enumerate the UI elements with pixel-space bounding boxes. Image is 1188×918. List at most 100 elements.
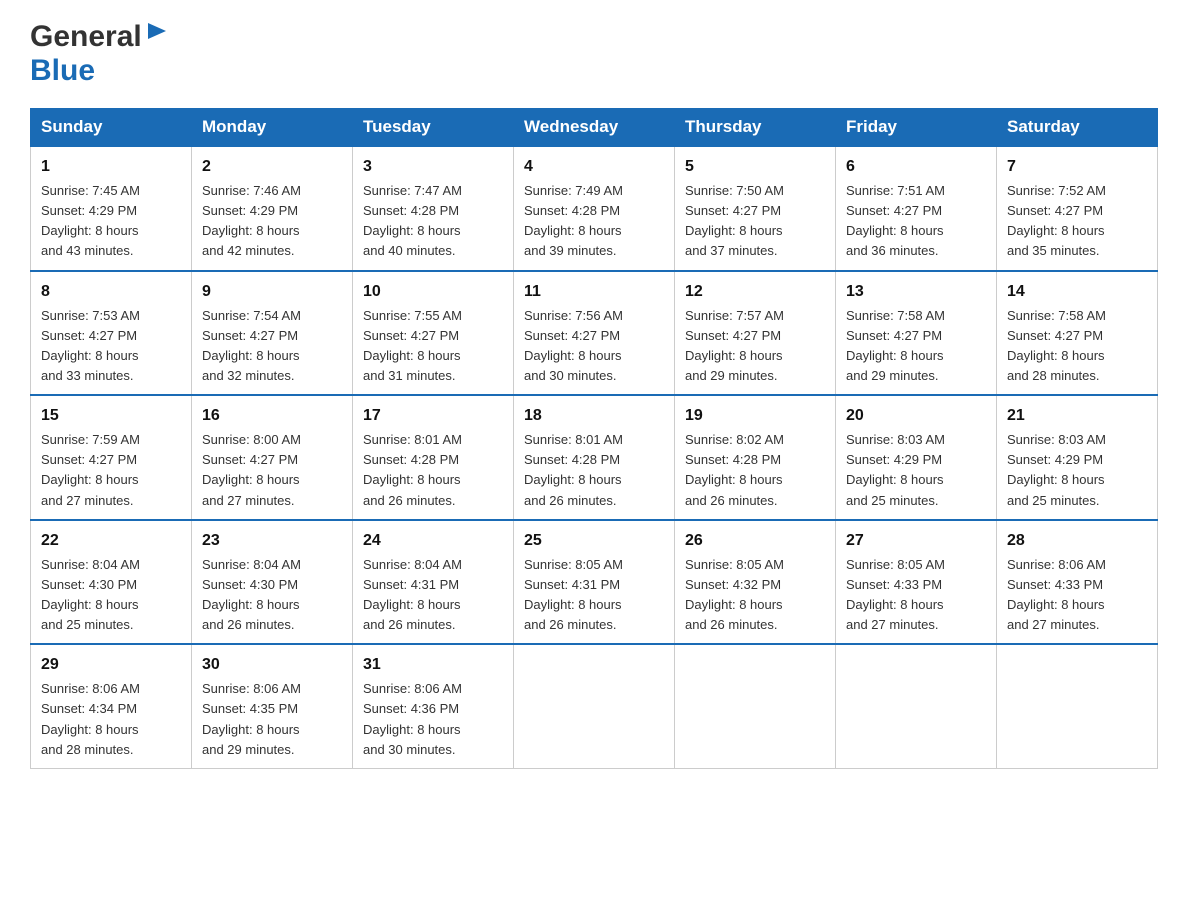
day-number: 21 [1007,404,1147,428]
day-cell: 3 Sunrise: 7:47 AMSunset: 4:28 PMDayligh… [353,146,514,271]
day-info: Sunrise: 7:45 AMSunset: 4:29 PMDaylight:… [41,183,140,258]
day-cell: 23 Sunrise: 8:04 AMSunset: 4:30 PMDaylig… [192,520,353,645]
day-number: 5 [685,155,825,179]
day-number: 28 [1007,529,1147,553]
day-info: Sunrise: 7:51 AMSunset: 4:27 PMDaylight:… [846,183,945,258]
day-cell [675,644,836,768]
day-number: 29 [41,653,181,677]
col-header-thursday: Thursday [675,109,836,147]
day-info: Sunrise: 8:05 AMSunset: 4:31 PMDaylight:… [524,557,623,632]
day-cell [836,644,997,768]
day-info: Sunrise: 7:58 AMSunset: 4:27 PMDaylight:… [846,308,945,383]
day-info: Sunrise: 8:05 AMSunset: 4:32 PMDaylight:… [685,557,784,632]
day-cell: 13 Sunrise: 7:58 AMSunset: 4:27 PMDaylig… [836,271,997,396]
header-row: SundayMondayTuesdayWednesdayThursdayFrid… [31,109,1158,147]
day-cell: 10 Sunrise: 7:55 AMSunset: 4:27 PMDaylig… [353,271,514,396]
day-number: 12 [685,280,825,304]
day-cell: 15 Sunrise: 7:59 AMSunset: 4:27 PMDaylig… [31,395,192,520]
day-number: 15 [41,404,181,428]
day-cell: 27 Sunrise: 8:05 AMSunset: 4:33 PMDaylig… [836,520,997,645]
logo-blue-text: Blue [30,54,95,87]
week-row-5: 29 Sunrise: 8:06 AMSunset: 4:34 PMDaylig… [31,644,1158,768]
logo-general-text: General [30,20,142,54]
day-info: Sunrise: 7:54 AMSunset: 4:27 PMDaylight:… [202,308,301,383]
day-number: 24 [363,529,503,553]
col-header-friday: Friday [836,109,997,147]
col-header-wednesday: Wednesday [514,109,675,147]
day-info: Sunrise: 8:03 AMSunset: 4:29 PMDaylight:… [1007,432,1106,507]
day-info: Sunrise: 7:57 AMSunset: 4:27 PMDaylight:… [685,308,784,383]
day-number: 22 [41,529,181,553]
day-cell: 12 Sunrise: 7:57 AMSunset: 4:27 PMDaylig… [675,271,836,396]
day-number: 20 [846,404,986,428]
day-number: 25 [524,529,664,553]
day-cell: 26 Sunrise: 8:05 AMSunset: 4:32 PMDaylig… [675,520,836,645]
day-info: Sunrise: 8:04 AMSunset: 4:30 PMDaylight:… [41,557,140,632]
day-number: 11 [524,280,664,304]
day-info: Sunrise: 8:00 AMSunset: 4:27 PMDaylight:… [202,432,301,507]
day-info: Sunrise: 8:01 AMSunset: 4:28 PMDaylight:… [524,432,623,507]
day-number: 18 [524,404,664,428]
day-cell: 2 Sunrise: 7:46 AMSunset: 4:29 PMDayligh… [192,146,353,271]
day-number: 30 [202,653,342,677]
calendar-table: SundayMondayTuesdayWednesdayThursdayFrid… [30,108,1158,769]
day-number: 26 [685,529,825,553]
day-info: Sunrise: 8:06 AMSunset: 4:36 PMDaylight:… [363,681,462,756]
day-cell: 8 Sunrise: 7:53 AMSunset: 4:27 PMDayligh… [31,271,192,396]
day-cell: 14 Sunrise: 7:58 AMSunset: 4:27 PMDaylig… [997,271,1158,396]
col-header-monday: Monday [192,109,353,147]
day-cell: 28 Sunrise: 8:06 AMSunset: 4:33 PMDaylig… [997,520,1158,645]
col-header-saturday: Saturday [997,109,1158,147]
day-info: Sunrise: 7:55 AMSunset: 4:27 PMDaylight:… [363,308,462,383]
day-cell: 21 Sunrise: 8:03 AMSunset: 4:29 PMDaylig… [997,395,1158,520]
day-cell: 31 Sunrise: 8:06 AMSunset: 4:36 PMDaylig… [353,644,514,768]
day-cell: 6 Sunrise: 7:51 AMSunset: 4:27 PMDayligh… [836,146,997,271]
week-row-3: 15 Sunrise: 7:59 AMSunset: 4:27 PMDaylig… [31,395,1158,520]
day-cell: 22 Sunrise: 8:04 AMSunset: 4:30 PMDaylig… [31,520,192,645]
day-number: 4 [524,155,664,179]
day-number: 9 [202,280,342,304]
day-number: 16 [202,404,342,428]
day-cell: 29 Sunrise: 8:06 AMSunset: 4:34 PMDaylig… [31,644,192,768]
day-number: 10 [363,280,503,304]
day-number: 31 [363,653,503,677]
day-number: 13 [846,280,986,304]
day-info: Sunrise: 8:04 AMSunset: 4:31 PMDaylight:… [363,557,462,632]
day-cell: 17 Sunrise: 8:01 AMSunset: 4:28 PMDaylig… [353,395,514,520]
day-info: Sunrise: 8:06 AMSunset: 4:35 PMDaylight:… [202,681,301,756]
week-row-4: 22 Sunrise: 8:04 AMSunset: 4:30 PMDaylig… [31,520,1158,645]
day-info: Sunrise: 8:06 AMSunset: 4:33 PMDaylight:… [1007,557,1106,632]
day-cell [514,644,675,768]
col-header-tuesday: Tuesday [353,109,514,147]
day-number: 17 [363,404,503,428]
day-number: 14 [1007,280,1147,304]
day-cell: 25 Sunrise: 8:05 AMSunset: 4:31 PMDaylig… [514,520,675,645]
day-info: Sunrise: 7:46 AMSunset: 4:29 PMDaylight:… [202,183,301,258]
day-info: Sunrise: 7:49 AMSunset: 4:28 PMDaylight:… [524,183,623,258]
day-cell: 5 Sunrise: 7:50 AMSunset: 4:27 PMDayligh… [675,146,836,271]
day-info: Sunrise: 7:52 AMSunset: 4:27 PMDaylight:… [1007,183,1106,258]
day-cell: 24 Sunrise: 8:04 AMSunset: 4:31 PMDaylig… [353,520,514,645]
day-info: Sunrise: 8:02 AMSunset: 4:28 PMDaylight:… [685,432,784,507]
day-number: 19 [685,404,825,428]
day-cell: 7 Sunrise: 7:52 AMSunset: 4:27 PMDayligh… [997,146,1158,271]
day-info: Sunrise: 7:47 AMSunset: 4:28 PMDaylight:… [363,183,462,258]
day-info: Sunrise: 8:06 AMSunset: 4:34 PMDaylight:… [41,681,140,756]
day-info: Sunrise: 7:59 AMSunset: 4:27 PMDaylight:… [41,432,140,507]
day-info: Sunrise: 8:03 AMSunset: 4:29 PMDaylight:… [846,432,945,507]
day-number: 23 [202,529,342,553]
day-cell: 30 Sunrise: 8:06 AMSunset: 4:35 PMDaylig… [192,644,353,768]
day-cell: 16 Sunrise: 8:00 AMSunset: 4:27 PMDaylig… [192,395,353,520]
day-info: Sunrise: 7:56 AMSunset: 4:27 PMDaylight:… [524,308,623,383]
day-number: 3 [363,155,503,179]
day-cell: 20 Sunrise: 8:03 AMSunset: 4:29 PMDaylig… [836,395,997,520]
logo-flag-icon [146,21,168,49]
week-row-1: 1 Sunrise: 7:45 AMSunset: 4:29 PMDayligh… [31,146,1158,271]
day-info: Sunrise: 8:05 AMSunset: 4:33 PMDaylight:… [846,557,945,632]
day-cell: 4 Sunrise: 7:49 AMSunset: 4:28 PMDayligh… [514,146,675,271]
day-number: 6 [846,155,986,179]
col-header-sunday: Sunday [31,109,192,147]
day-cell: 18 Sunrise: 8:01 AMSunset: 4:28 PMDaylig… [514,395,675,520]
day-number: 2 [202,155,342,179]
day-cell: 1 Sunrise: 7:45 AMSunset: 4:29 PMDayligh… [31,146,192,271]
